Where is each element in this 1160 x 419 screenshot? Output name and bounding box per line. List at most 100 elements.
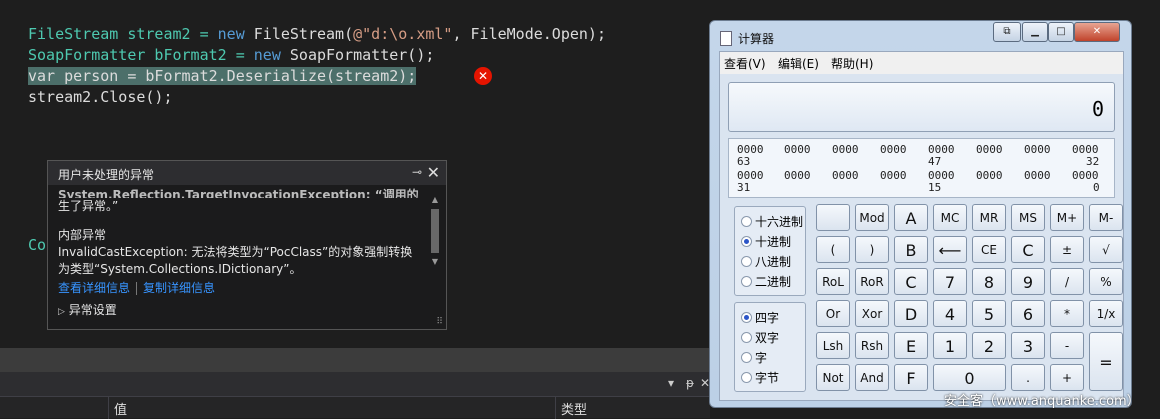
key-.[interactable]: . [1011,364,1045,391]
minimize-button[interactable]: ▁ [1022,22,1048,42]
key-C[interactable]: C [1011,236,1045,263]
pin-icon[interactable]: ᵽ [686,376,694,390]
key-6[interactable]: 6 [1011,300,1045,327]
key-E[interactable]: E [894,332,928,359]
key-([interactable]: ( [816,236,850,263]
radio-hex[interactable]: 十六进制 [741,213,803,230]
scroll-up-icon[interactable]: ▲ [430,195,440,205]
key-Not[interactable]: Not [816,364,850,391]
key-B[interactable]: B [894,236,928,263]
exception-popup: 用户未处理的异常 ⊸ ✕ System.Reflection.TargetInv… [47,160,447,330]
scroll-thumb[interactable] [431,209,439,253]
key-+[interactable]: + [1050,364,1084,391]
radio-dec[interactable]: 十进制 [741,233,791,250]
radio-qword[interactable]: 四字 [741,309,779,326]
key-3[interactable]: 3 [1011,332,1045,359]
inner-exception-message-1: InvalidCastException: 无法将类型为“PocClass”的对… [58,245,413,259]
error-icon[interactable]: ✕ [474,67,492,85]
key-4[interactable]: 4 [933,300,967,327]
code-partial-text: Co [28,236,47,254]
word-radio-group: 四字 双字 字 字节 [734,302,806,392]
key-And[interactable]: And [855,364,889,391]
key-±[interactable]: ± [1050,236,1084,263]
keyword-new: new [217,25,245,43]
key-*[interactable]: * [1050,300,1084,327]
menu-view[interactable]: 查看(V) [724,55,766,72]
exception-settings[interactable]: ▷ 异常设置 [58,301,117,318]
key-MS[interactable]: MS [1011,204,1045,231]
scroll-down-icon[interactable]: ▼ [430,257,440,267]
key-CE[interactable]: CE [972,236,1006,263]
key-C[interactable]: C [894,268,928,295]
key-0[interactable]: 0 [933,364,1006,391]
view-details-link[interactable]: 查看详细信息 [58,281,130,295]
key-Rsh[interactable]: Rsh [855,332,889,359]
expand-icon: ▷ [58,307,65,317]
base-radio-group: 十六进制 十进制 八进制 二进制 [734,206,806,296]
key-RoR[interactable]: RoR [855,268,889,295]
bit-index-label: 15 [928,181,942,194]
key-M-[interactable]: M- [1089,204,1123,231]
pin-icon[interactable]: ⊸ [412,165,422,179]
radio-oct[interactable]: 八进制 [741,253,791,270]
key-√[interactable]: √ [1089,236,1123,263]
key-=[interactable]: = [1089,332,1123,391]
key-M+[interactable]: M+ [1050,204,1084,231]
scrollbar[interactable]: ▲ ▼ [430,195,440,295]
bits-group: 0000 [784,143,811,156]
close-button[interactable]: ✕ [1074,22,1120,42]
key-A[interactable]: A [894,204,928,231]
key-Lsh[interactable]: Lsh [816,332,850,359]
bit-index-label: 0 [1093,181,1100,194]
radio-bin[interactable]: 二进制 [741,273,791,290]
column-type[interactable]: 类型 [561,399,587,418]
menu-help[interactable]: 帮助(H) [831,55,873,72]
key-Or[interactable]: Or [816,300,850,327]
bit-index-label: 31 [737,181,751,194]
key-5[interactable]: 5 [972,300,1006,327]
key-8[interactable]: 8 [972,268,1006,295]
radio-byte[interactable]: 字节 [741,369,779,386]
key-MR[interactable]: MR [972,204,1006,231]
key-Mod[interactable]: Mod [855,204,889,231]
dropdown-icon[interactable]: ▾ [668,376,674,390]
key-MC[interactable]: MC [933,204,967,231]
key-blank[interactable] [816,204,850,231]
bits-group: 0000 [880,169,907,182]
column-value[interactable]: 值 [114,399,127,418]
key-1/x[interactable]: 1/x [1089,300,1123,327]
resize-grip-icon[interactable]: ⠿ [436,317,443,327]
window-title: 计算器 [738,32,775,46]
bit-index-label: 47 [928,155,942,168]
title-bar[interactable]: 计算器 ⧉ ▁ □ ✕ [710,21,1131,51]
key-D[interactable]: D [894,300,928,327]
code-line-1-part3: , FileMode.Open); [452,25,606,43]
key-)[interactable]: ) [855,236,889,263]
status-bar [0,348,710,372]
exception-type: System.Reflection.TargetInvocationExcept… [58,188,419,198]
calculator-app-icon [720,31,732,46]
restore-icon[interactable]: ⧉ [993,22,1021,42]
key-2[interactable]: 2 [972,332,1006,359]
bit-index-label: 63 [737,155,751,168]
close-icon[interactable]: ✕ [427,163,440,182]
key-RoL[interactable]: RoL [816,268,850,295]
key-F[interactable]: F [894,364,928,391]
key-9[interactable]: 9 [1011,268,1045,295]
key-Xor[interactable]: Xor [855,300,889,327]
menu-edit[interactable]: 编辑(E) [778,55,819,72]
bits-group: 0000 [832,143,859,156]
radio-dword[interactable]: 双字 [741,329,779,346]
key--[interactable]: - [1050,332,1084,359]
key-⟵[interactable]: ⟵ [933,236,967,263]
code-editor[interactable]: FileStream stream2 = new FileStream(@"d:… [28,24,606,108]
bits-group: 0000 [832,169,859,182]
radio-word[interactable]: 字 [741,349,767,366]
copy-details-link[interactable]: 复制详细信息 [143,281,215,295]
bits-group: 0000 [880,143,907,156]
key-%[interactable]: % [1089,268,1123,295]
key-1[interactable]: 1 [933,332,967,359]
key-/[interactable]: / [1050,268,1084,295]
key-7[interactable]: 7 [933,268,967,295]
maximize-button[interactable]: □ [1048,22,1074,42]
